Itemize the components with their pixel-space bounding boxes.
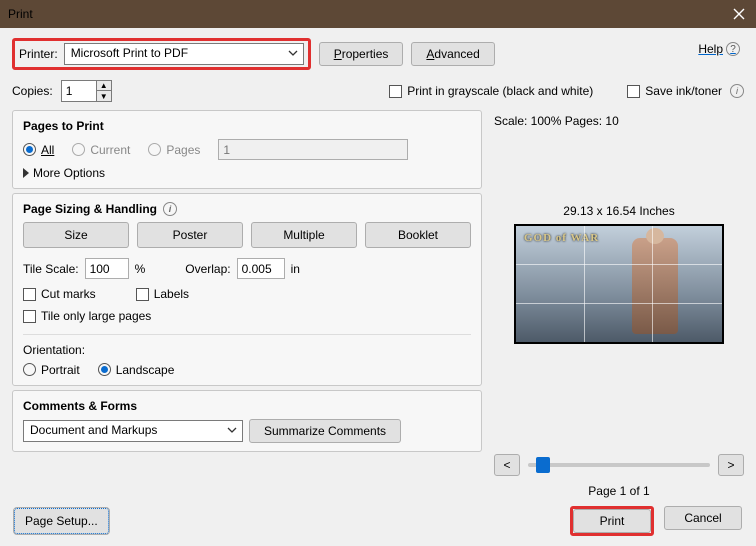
comments-panel: Comments & Forms Document and Markups Su… <box>12 390 482 452</box>
copies-spinner[interactable]: ▲ ▼ <box>61 80 112 102</box>
save-ink-label: Save ink/toner <box>645 84 722 98</box>
sizing-panel: Page Sizing & Handling i Size Poster Mul… <box>12 193 482 386</box>
checkbox-icon <box>627 85 640 98</box>
prev-page-button[interactable]: < <box>494 454 520 476</box>
cut-marks-checkbox[interactable]: Cut marks <box>23 287 96 301</box>
radio-current[interactable]: Current <box>72 143 130 157</box>
slider-knob[interactable] <box>536 457 550 473</box>
window-title: Print <box>8 7 730 21</box>
print-button[interactable]: Print <box>573 509 651 533</box>
pages-range-input[interactable] <box>218 139 408 160</box>
next-page-button[interactable]: > <box>718 454 744 476</box>
help-icon: ? <box>726 42 740 56</box>
radio-portrait[interactable]: Portrait <box>23 363 80 377</box>
comments-dropdown[interactable]: Document and Markups <box>23 420 243 442</box>
copies-label: Copies: <box>12 84 53 98</box>
overlap-input[interactable] <box>237 258 285 279</box>
info-icon[interactable]: i <box>163 202 177 216</box>
size-button[interactable]: Size <box>23 222 129 248</box>
sizing-title: Page Sizing & Handling i <box>23 202 471 216</box>
page-indicator: Page 1 of 1 <box>494 484 744 498</box>
tile-large-checkbox[interactable]: Tile only large pages <box>23 309 151 323</box>
copies-input[interactable] <box>62 81 96 101</box>
grayscale-label: Print in grayscale (black and white) <box>407 84 593 98</box>
comments-title: Comments & Forms <box>23 399 471 413</box>
spinner-up-icon[interactable]: ▲ <box>97 81 111 91</box>
page-slider[interactable] <box>528 463 710 467</box>
labels-checkbox[interactable]: Labels <box>136 287 189 301</box>
close-icon[interactable] <box>730 5 748 23</box>
checkbox-icon <box>389 85 402 98</box>
chevron-down-icon <box>226 424 238 439</box>
poster-button[interactable]: Poster <box>137 222 243 248</box>
spinner-down-icon[interactable]: ▼ <box>97 91 111 101</box>
printer-dropdown[interactable]: Microsoft Print to PDF <box>64 43 304 65</box>
pages-to-print-panel: Pages to Print All Current Pages More Op… <box>12 110 482 189</box>
print-preview: GOD of WAR <box>514 224 724 344</box>
multiple-button[interactable]: Multiple <box>251 222 357 248</box>
chevron-down-icon <box>287 47 299 62</box>
printer-selected: Microsoft Print to PDF <box>71 46 188 60</box>
properties-button[interactable]: Properties <box>319 42 404 66</box>
printer-highlight: Printer: Microsoft Print to PDF <box>12 38 311 70</box>
radio-pages[interactable]: Pages <box>148 143 200 157</box>
help-label: Help <box>698 42 723 56</box>
advanced-button[interactable]: Advanced <box>411 42 494 66</box>
help-link[interactable]: Help ? <box>698 42 740 56</box>
pages-to-print-title: Pages to Print <box>23 119 471 133</box>
triangle-right-icon <box>23 168 29 178</box>
orientation-title: Orientation: <box>23 343 471 357</box>
grayscale-checkbox[interactable]: Print in grayscale (black and white) <box>389 84 593 98</box>
printer-label: Printer: <box>19 47 58 61</box>
print-highlight: Print <box>570 506 654 536</box>
tile-scale-label: Tile Scale: <box>23 262 79 276</box>
scale-pages-label: Scale: 100% Pages: 10 <box>494 114 744 128</box>
booklet-button[interactable]: Booklet <box>365 222 471 248</box>
save-ink-checkbox[interactable]: Save ink/toner <box>627 84 722 98</box>
info-icon[interactable]: i <box>730 84 744 98</box>
overlap-label: Overlap: <box>185 262 230 276</box>
radio-all[interactable]: All <box>23 143 54 157</box>
radio-landscape[interactable]: Landscape <box>98 363 175 377</box>
more-options-toggle[interactable]: More Options <box>23 166 471 180</box>
summarize-comments-button[interactable]: Summarize Comments <box>249 419 401 443</box>
page-dimensions: 29.13 x 16.54 Inches <box>494 204 744 218</box>
tile-scale-input[interactable] <box>85 258 129 279</box>
titlebar: Print <box>0 0 756 28</box>
cancel-button[interactable]: Cancel <box>664 506 742 530</box>
page-setup-button[interactable]: Page Setup... <box>14 508 109 534</box>
